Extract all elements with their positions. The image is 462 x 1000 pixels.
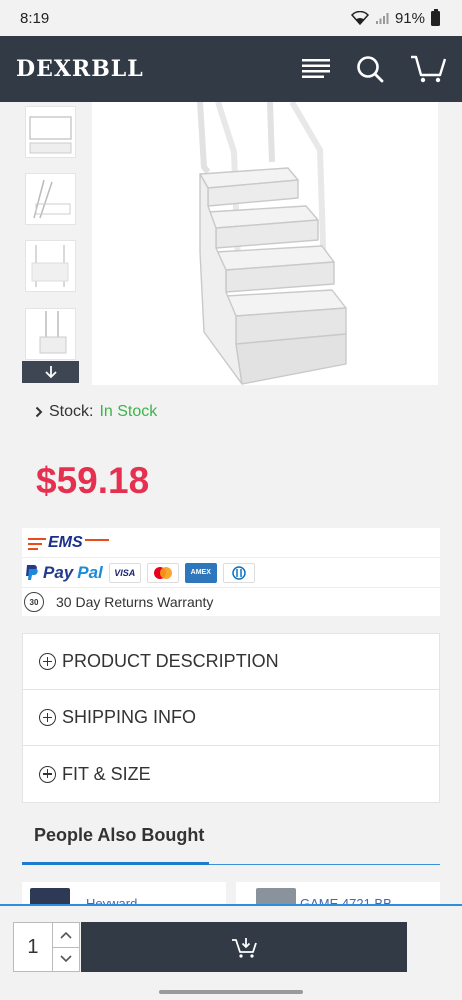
carrier-name: EMS — [48, 533, 83, 551]
menu-icon[interactable] — [302, 57, 330, 81]
paypal-logo: Pay Pal — [24, 563, 103, 583]
returns-30-icon: 30 — [24, 592, 44, 612]
signal-icon — [375, 13, 389, 24]
product-price: $59.18 — [36, 460, 150, 501]
arrow-down-icon — [44, 366, 57, 379]
gallery-thumbnail[interactable] — [25, 240, 76, 292]
accordion-fit-size[interactable]: FIT & SIZE — [23, 746, 439, 802]
plus-circle-icon — [39, 765, 56, 783]
quantity-stepper: 1 — [13, 922, 80, 972]
stock-status: Stock: In Stock — [35, 403, 157, 421]
stock-label: Stock: — [49, 403, 94, 420]
battery-icon — [431, 8, 440, 26]
chevron-down-icon — [60, 955, 72, 963]
gallery-thumbnail[interactable] — [25, 173, 76, 225]
accordion-product-description[interactable]: PRODUCT DESCRIPTION — [23, 634, 439, 690]
header-actions — [302, 55, 446, 83]
accordion-label: SHIPPING INFO — [62, 707, 197, 727]
paypal-icon — [26, 564, 38, 580]
ems-logo: EMS — [28, 534, 83, 552]
visa-card-icon: VISA — [108, 562, 141, 583]
mastercard-icon — [146, 562, 179, 583]
site-header: DEXRBLL — [0, 36, 462, 102]
quantity-steps — [52, 923, 79, 972]
shipping-carrier-row: EMS — [22, 528, 440, 558]
chevron-up-icon — [60, 931, 72, 939]
wifi-icon — [350, 11, 369, 25]
pool-ladder-image — [197, 100, 347, 385]
plus-circle-icon — [39, 709, 56, 726]
section-title-underline — [22, 862, 209, 865]
plus-circle-icon — [39, 653, 56, 670]
cart-icon[interactable] — [410, 55, 446, 83]
gallery-thumbnail[interactable] — [25, 106, 76, 158]
site-logo[interactable]: DEXRBLL — [16, 56, 144, 82]
people-also-bought-title: People Also Bought — [34, 825, 205, 845]
payment-methods-row: Pay Pal VISA AMEX — [22, 558, 440, 588]
main-product-image[interactable] — [92, 100, 438, 385]
thumbnail-scroll-down-button[interactable] — [22, 361, 79, 383]
bottom-purchase-bar: 1 — [0, 904, 462, 1000]
stock-value: In Stock — [99, 403, 158, 420]
search-icon[interactable] — [356, 55, 384, 83]
returns-text: 30 Day Returns Warranty — [56, 594, 214, 610]
returns-row: 30 30 Day Returns Warranty — [22, 588, 440, 616]
product-gallery — [0, 100, 462, 392]
quantity-decrease-button[interactable] — [52, 946, 79, 972]
quantity-input[interactable]: 1 — [14, 923, 53, 971]
add-to-cart-icon — [232, 938, 257, 958]
status-bar: 8:19 91% — [0, 0, 462, 36]
accordion-label: FIT & SIZE — [62, 763, 151, 784]
chevron-right-icon — [35, 406, 43, 418]
accordion-shipping-info[interactable]: SHIPPING INFO — [23, 690, 439, 746]
quantity-increase-button[interactable] — [53, 923, 79, 947]
accordion-label: PRODUCT DESCRIPTION — [62, 651, 279, 671]
status-icons: 91% — [350, 8, 440, 27]
amex-card-icon: AMEX — [184, 562, 217, 583]
home-indicator[interactable] — [159, 990, 303, 994]
gallery-thumbnail[interactable] — [25, 308, 76, 360]
add-to-cart-button[interactable] — [81, 922, 407, 972]
battery-percent: 91% — [394, 9, 425, 27]
shipping-payment-info: EMS Pay Pal VISA AMEX 30 30 Day Returns … — [22, 528, 440, 616]
status-time: 8:19 — [20, 9, 50, 27]
diners-club-icon — [222, 562, 255, 583]
product-info-accordion: PRODUCT DESCRIPTION SHIPPING INFO FIT & … — [22, 633, 440, 803]
